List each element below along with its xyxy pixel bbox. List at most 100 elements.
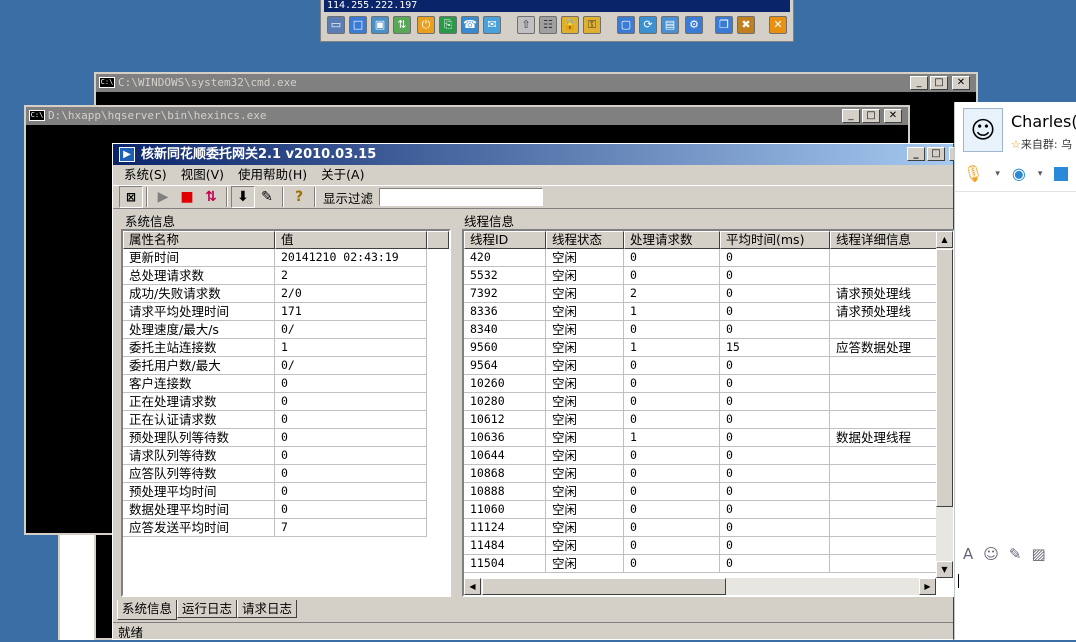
chevron-down-icon[interactable]: ▾ [1038, 169, 1043, 179]
table-row[interactable]: 预处理平均时间 0 [123, 483, 449, 501]
contact-name[interactable]: Charles( [1011, 112, 1076, 131]
scroll-down-icon[interactable]: ▼ [936, 561, 953, 578]
menu-about[interactable]: 关于(A) [314, 165, 371, 185]
copy-icon[interactable]: ❐ [715, 16, 733, 34]
column-header-thread-detail[interactable]: 线程详细信息 [830, 231, 940, 249]
transfer-icon[interactable]: ⇅ [393, 16, 411, 34]
close-icon[interactable]: ✕ [884, 109, 902, 123]
table-row[interactable]: 11484 空闲 0 0 [464, 537, 953, 555]
avatar[interactable]: ☺ [963, 108, 1003, 152]
table-row[interactable]: 委托主站连接数 1 [123, 339, 449, 357]
swap-icon[interactable]: ⇅ [199, 186, 223, 208]
column-header-property[interactable]: 属性名称 [123, 231, 275, 249]
monitor-icon[interactable]: ▭ [327, 16, 345, 34]
table-row[interactable]: 预处理队列等待数 0 [123, 429, 449, 447]
console-icon[interactable]: ▣ [371, 16, 389, 34]
phone-icon[interactable]: ☎ [461, 16, 479, 34]
menu-system[interactable]: 系统(S) [117, 165, 174, 185]
vertical-scrollbar[interactable]: ▲ ▼ [936, 231, 953, 578]
menu-help[interactable]: 使用帮助(H) [231, 165, 314, 185]
refresh-icon[interactable]: ⟳ [639, 16, 657, 34]
table-row[interactable]: 11060 空闲 0 0 [464, 501, 953, 519]
maximize-icon[interactable]: □ [927, 147, 945, 161]
table-row[interactable]: 正在认证请求数 0 [123, 411, 449, 429]
window-icon[interactable]: □ [349, 16, 367, 34]
close-icon[interactable]: ✕ [952, 76, 970, 90]
scroll-right-icon[interactable]: ▶ [919, 578, 936, 595]
column-header-request-count[interactable]: 处理请求数 [624, 231, 720, 249]
table-row[interactable]: 正在处理请求数 0 [123, 393, 449, 411]
column-header-value[interactable]: 值 [275, 231, 427, 249]
camera-icon[interactable]: ◉ [1012, 164, 1026, 183]
network-icon[interactable]: ⎘ [439, 16, 457, 34]
graph-icon[interactable]: ⊠ [119, 186, 143, 208]
tools-icon[interactable]: ✖ [737, 16, 755, 34]
table-row[interactable]: 成功/失败请求数 2/0 [123, 285, 449, 303]
table-row[interactable]: 10260 空闲 0 0 [464, 375, 953, 393]
tab-run-log[interactable]: 运行日志 [177, 600, 238, 618]
font-icon[interactable]: A [963, 545, 973, 563]
table-row[interactable]: 10644 空闲 0 0 [464, 447, 953, 465]
table-row[interactable]: 数据处理平均时间 0 [123, 501, 449, 519]
lock-icon[interactable]: 🔒 [561, 16, 579, 34]
maximize-icon[interactable]: □ [862, 109, 880, 123]
tab-system-info[interactable]: 系统信息 [117, 600, 178, 620]
menu-view[interactable]: 视图(V) [174, 165, 231, 185]
edit-icon[interactable]: ✎ [255, 186, 279, 208]
table-row[interactable]: 请求队列等待数 0 [123, 447, 449, 465]
minimize-icon[interactable]: _ [842, 109, 860, 123]
share-icon[interactable] [1054, 166, 1069, 181]
stop-icon[interactable]: ■ [175, 186, 199, 208]
table-row[interactable]: 10868 空闲 0 0 [464, 465, 953, 483]
column-header-avg-time[interactable]: 平均时间(ms) [720, 231, 830, 249]
settings-icon[interactable]: ⚙ [685, 16, 703, 34]
table-row[interactable]: 应答队列等待数 0 [123, 465, 449, 483]
upload-icon[interactable]: ⇧ [517, 16, 535, 34]
table-row[interactable]: 8340 空闲 0 0 [464, 321, 953, 339]
close-session-icon[interactable]: ✕ [769, 16, 787, 34]
scroll-left-icon[interactable]: ◀ [464, 578, 481, 595]
chevron-down-icon[interactable]: ▾ [995, 169, 1000, 179]
table-row[interactable]: 更新时间 20141210 02:43:19 [123, 249, 449, 267]
table-row[interactable]: 9564 空闲 0 0 [464, 357, 953, 375]
table-row[interactable]: 应答发送平均时间 7 [123, 519, 449, 537]
users-icon[interactable]: ☷ [539, 16, 557, 34]
table-row[interactable]: 5532 空闲 0 0 [464, 267, 953, 285]
display-icon[interactable]: ▤ [661, 16, 679, 34]
table-row[interactable]: 10612 空闲 0 0 [464, 411, 953, 429]
unlock-icon[interactable]: ⚿ [583, 16, 601, 34]
fullscreen-icon[interactable]: ▢ [617, 16, 635, 34]
table-row[interactable]: 11124 空闲 0 0 [464, 519, 953, 537]
power-icon[interactable]: ⏻ [417, 16, 435, 34]
edit-icon[interactable]: ✎ [1009, 545, 1022, 563]
vertical-scroll-thumb[interactable] [936, 249, 953, 507]
maximize-icon[interactable]: □ [930, 76, 948, 90]
table-row[interactable]: 客户连接数 0 [123, 375, 449, 393]
help-icon[interactable]: ? [287, 186, 311, 208]
microphone-icon[interactable]: 🎙 [963, 164, 983, 183]
play-icon[interactable]: ▶ [151, 186, 175, 208]
table-row[interactable]: 请求平均处理时间 171 [123, 303, 449, 321]
down-arrow-icon[interactable]: ⬇ [231, 186, 255, 208]
horizontal-scroll-thumb[interactable] [482, 578, 726, 595]
table-row[interactable]: 7392 空闲 2 0 请求预处理线 [464, 285, 953, 303]
tab-request-log[interactable]: 请求日志 [237, 600, 298, 618]
table-row[interactable]: 11504 空闲 0 0 [464, 555, 953, 573]
minimize-icon[interactable]: _ [907, 147, 925, 161]
filter-input[interactable] [379, 188, 544, 206]
table-row[interactable]: 处理速度/最大/s 0/ [123, 321, 449, 339]
table-row[interactable]: 8336 空闲 1 0 请求预处理线 [464, 303, 953, 321]
table-row[interactable]: 9560 空闲 1 15 应答数据处理 [464, 339, 953, 357]
scroll-up-icon[interactable]: ▲ [936, 231, 953, 248]
table-row[interactable]: 420 空闲 0 0 [464, 249, 953, 267]
minimize-icon[interactable]: _ [910, 76, 928, 90]
table-row[interactable]: 10888 空闲 0 0 [464, 483, 953, 501]
table-row[interactable]: 总处理请求数 2 [123, 267, 449, 285]
image-icon[interactable]: ▨ [1031, 545, 1045, 563]
main-title-bar[interactable]: ▶ 核新同花顺委托网关2.1 v2010.03.15 _ □ ✕ [113, 144, 967, 165]
cmd-title-bar[interactable]: C:\ C:\WINDOWS\system32\cmd.exe _ □ ✕ [96, 74, 976, 92]
hq-title-bar[interactable]: C:\ D:\hxapp\hqserver\bin\hexincs.exe _ … [26, 107, 908, 125]
column-header-thread-status[interactable]: 线程状态 [546, 231, 624, 249]
column-header-thread-id[interactable]: 线程ID [464, 231, 546, 249]
emoji-icon[interactable]: ☺ [983, 545, 999, 563]
